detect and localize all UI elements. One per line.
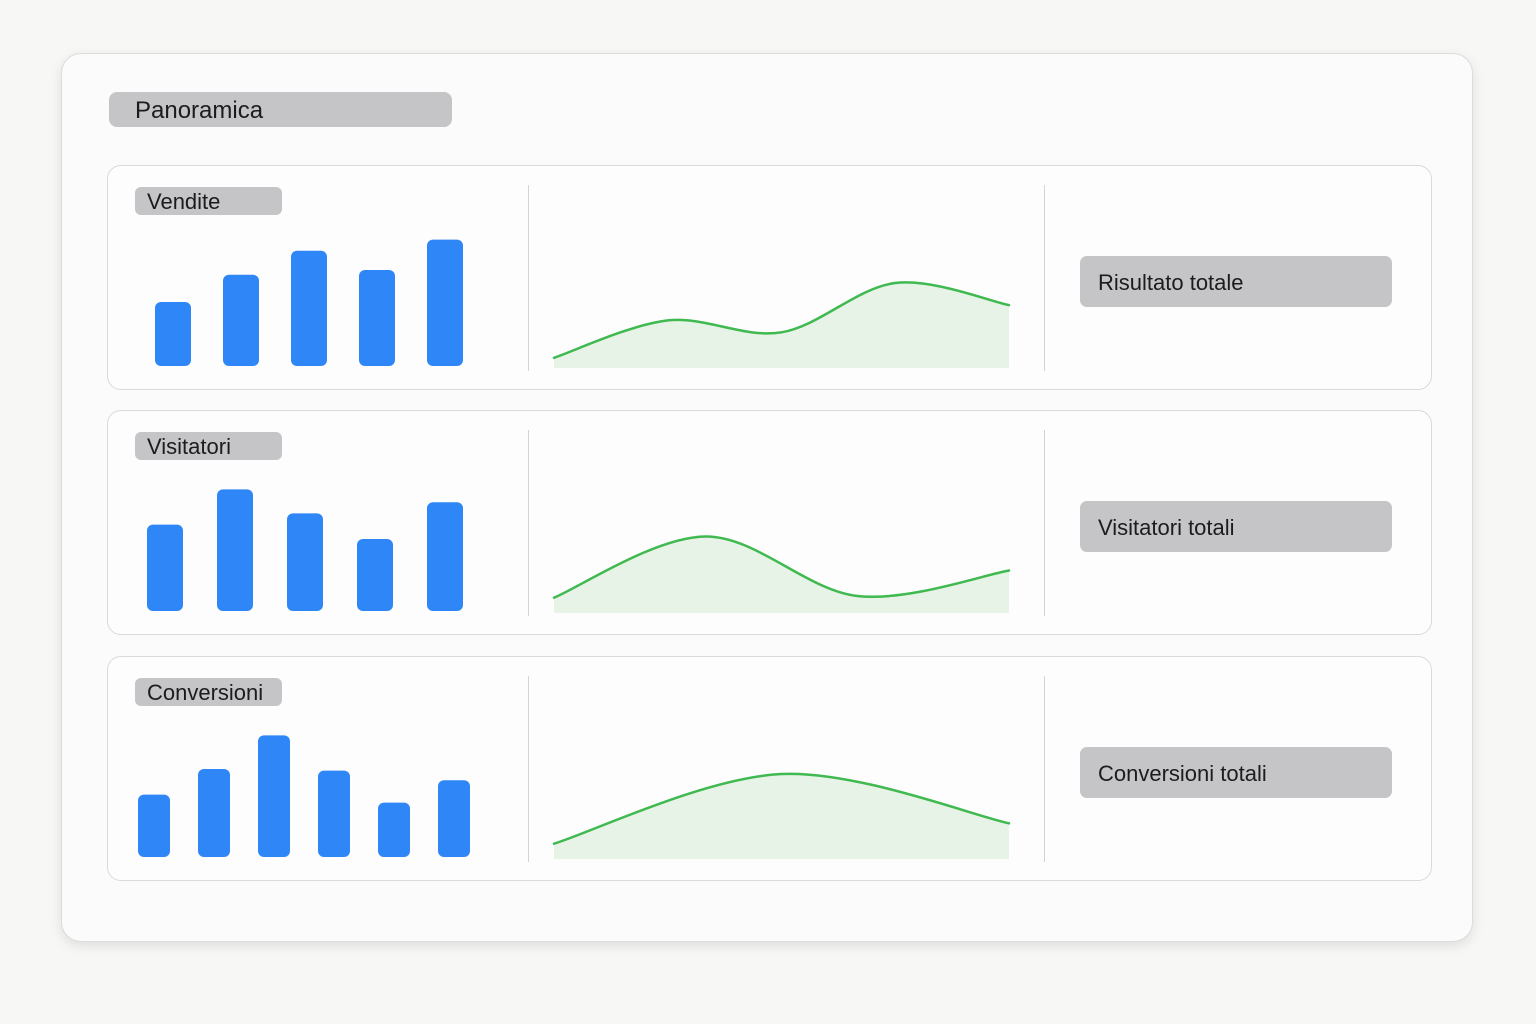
bar-chart bbox=[155, 239, 463, 366]
bar-chart bbox=[138, 735, 470, 857]
overview-panel: Panoramica Vendite Risultato totale Visi… bbox=[61, 53, 1473, 942]
bar bbox=[291, 250, 327, 366]
divider bbox=[528, 430, 529, 616]
bar bbox=[378, 802, 410, 857]
area-fill bbox=[554, 536, 1009, 613]
area-chart bbox=[552, 281, 1011, 368]
bar bbox=[359, 270, 395, 366]
divider bbox=[528, 185, 529, 371]
bar bbox=[427, 239, 463, 366]
bar bbox=[138, 794, 170, 857]
bar bbox=[155, 302, 191, 366]
bar bbox=[318, 770, 350, 857]
page-title: Panoramica bbox=[109, 92, 452, 127]
total-sales-label: Risultato totale bbox=[1080, 256, 1392, 307]
divider bbox=[1044, 185, 1045, 371]
area-chart bbox=[552, 535, 1011, 613]
bar bbox=[357, 539, 393, 611]
bar-chart bbox=[147, 489, 463, 611]
section-conversions: Conversioni Conversioni totali bbox=[107, 656, 1432, 881]
divider bbox=[528, 676, 529, 862]
total-conversions-label: Conversioni totali bbox=[1080, 747, 1392, 798]
bar bbox=[438, 780, 470, 857]
bar bbox=[217, 489, 253, 611]
section-visitors: Visitatori Visitatori totali bbox=[107, 410, 1432, 635]
section-sales: Vendite Risultato totale bbox=[107, 165, 1432, 390]
bar bbox=[427, 502, 463, 611]
area-chart bbox=[552, 772, 1011, 859]
area-fill bbox=[554, 282, 1009, 368]
divider bbox=[1044, 430, 1045, 616]
divider bbox=[1044, 676, 1045, 862]
bar bbox=[147, 524, 183, 611]
total-visitors-label: Visitatori totali bbox=[1080, 501, 1392, 552]
bar bbox=[198, 769, 230, 857]
bar bbox=[223, 274, 259, 366]
bar bbox=[287, 513, 323, 611]
bar bbox=[258, 735, 290, 857]
